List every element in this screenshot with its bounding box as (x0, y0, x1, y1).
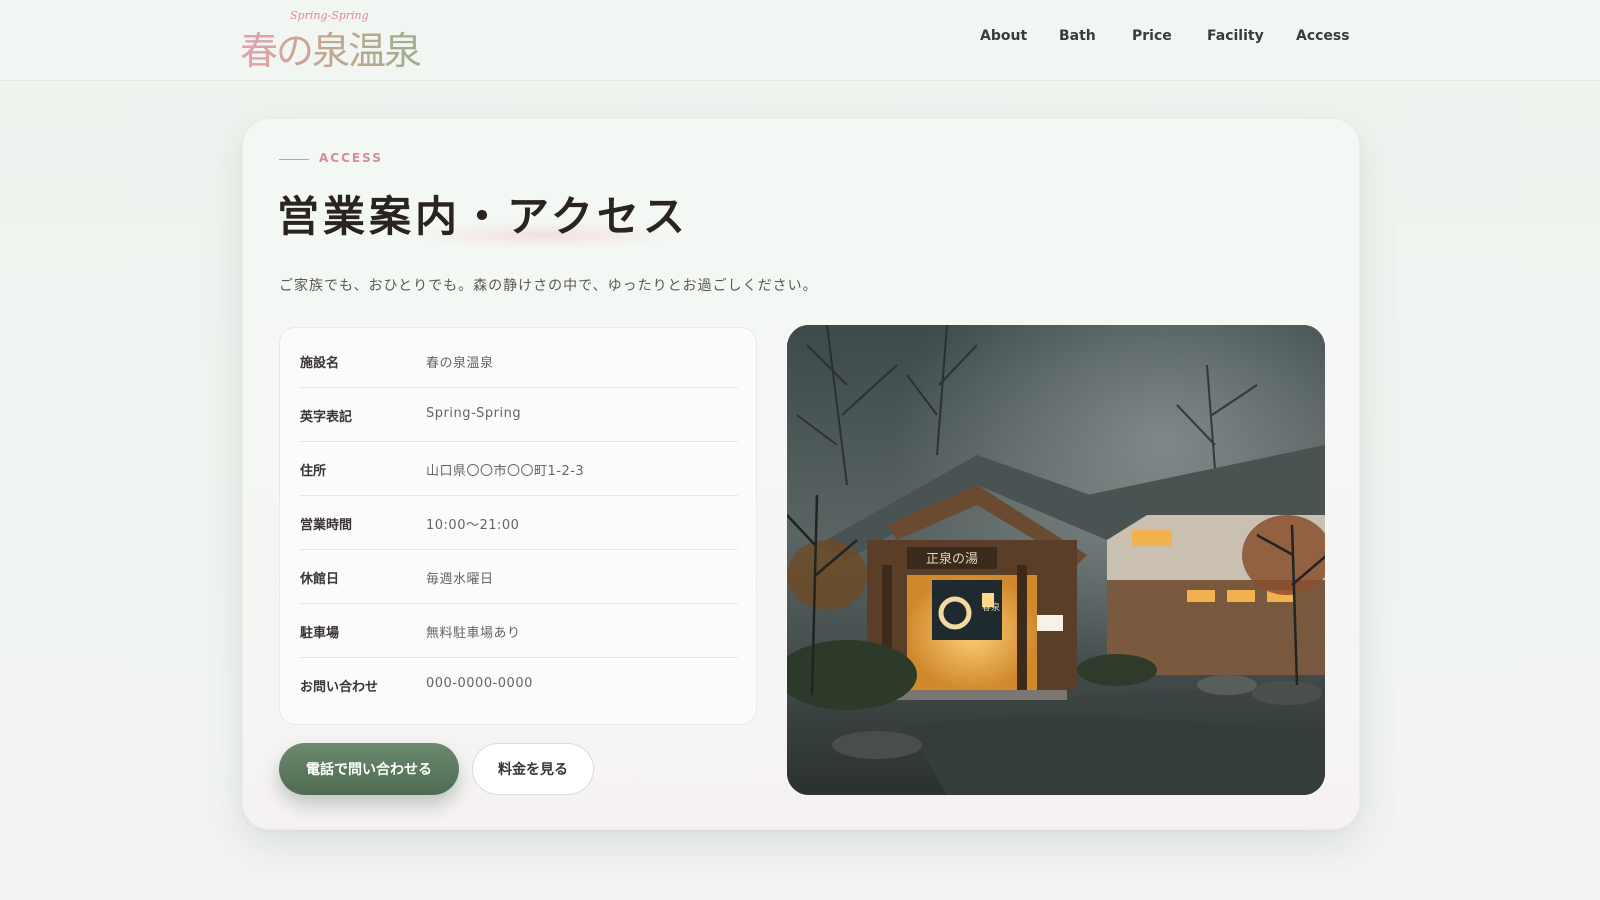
info-row: お問い合わせ 000-0000-0000 (300, 658, 738, 712)
info-label: 住所 (300, 464, 327, 479)
section-lead: ご家族でも、おひとりでも。森の静けさの中で、ゆったりとお過ごしください。 (279, 278, 818, 294)
info-row: 駐車場 無料駐車場あり (300, 604, 738, 658)
info-value: 10:00〜21:00 (426, 518, 520, 533)
onsen-exterior-photo: 正泉の湯 春泉 (787, 325, 1325, 795)
nav-bath[interactable]: Bath (1059, 28, 1096, 44)
info-label: 休館日 (300, 572, 340, 587)
eyebrow-line (279, 159, 309, 160)
nav-access[interactable]: Access (1296, 28, 1350, 44)
info-label: お問い合わせ (300, 680, 379, 695)
info-row: 営業時間 10:00〜21:00 (300, 496, 738, 550)
info-value: 山口県〇〇市〇〇町1-2-3 (426, 464, 585, 479)
info-label: 営業時間 (300, 518, 353, 533)
call-button[interactable]: 電話で問い合わせる (279, 743, 459, 795)
logo-title: 春の泉温泉 (240, 20, 422, 75)
site-header: Spring-Spring 春の泉温泉 About Bath Price Fac… (0, 0, 1600, 81)
access-card: ACCESS 営業案内・アクセス ご家族でも、おひとりでも。森の静けさの中で、ゆ… (242, 118, 1360, 830)
page-title: 営業案内・アクセス (277, 192, 689, 241)
site-logo[interactable]: Spring-Spring 春の泉温泉 (240, 6, 422, 73)
info-value[interactable]: 000-0000-0000 (426, 676, 533, 691)
view-price-button[interactable]: 料金を見る (472, 743, 594, 795)
info-value: 春の泉温泉 (426, 356, 494, 371)
info-row: 英字表記 Spring-Spring (300, 388, 738, 442)
info-value: 毎週水曜日 (426, 572, 494, 587)
info-value: Spring-Spring (426, 406, 522, 421)
info-label: 施設名 (300, 356, 340, 371)
info-table: 施設名 春の泉温泉 英字表記 Spring-Spring 住所 山口県〇〇市〇〇… (279, 327, 757, 725)
nav-price[interactable]: Price (1132, 28, 1172, 44)
info-label: 英字表記 (300, 410, 353, 425)
info-value: 無料駐車場あり (426, 626, 521, 641)
nav-facility[interactable]: Facility (1207, 28, 1264, 44)
info-label: 駐車場 (300, 626, 340, 641)
info-row: 住所 山口県〇〇市〇〇町1-2-3 (300, 442, 738, 496)
signboard-text: 正泉の湯 (926, 551, 978, 567)
eyebrow-label: ACCESS (319, 151, 383, 165)
info-row: 休館日 毎週水曜日 (300, 550, 738, 604)
nav-about[interactable]: About (980, 28, 1027, 44)
info-row: 施設名 春の泉温泉 (300, 334, 738, 388)
